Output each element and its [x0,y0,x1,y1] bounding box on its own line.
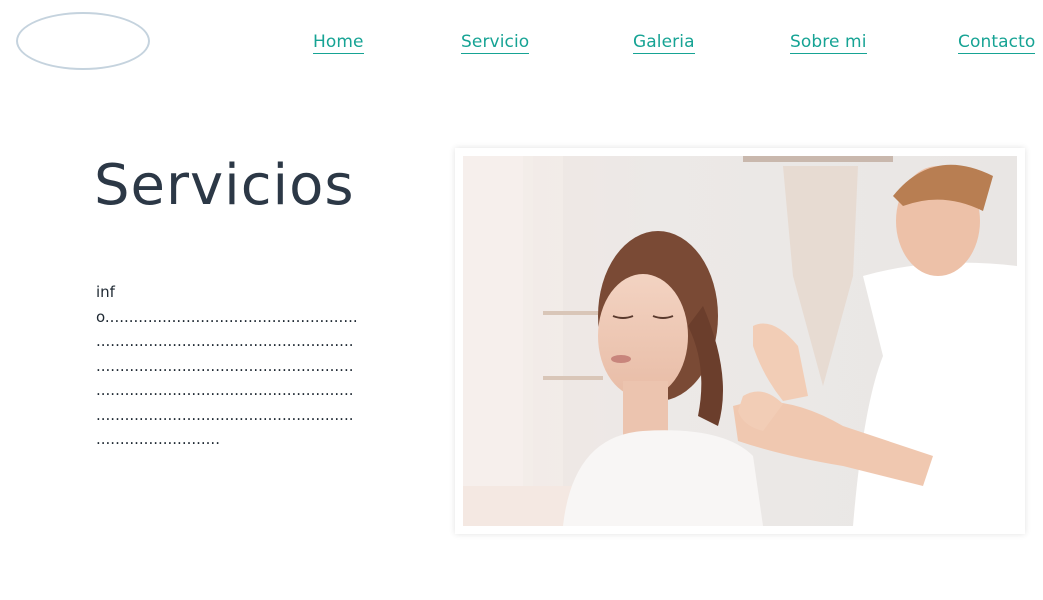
logo[interactable] [16,12,150,70]
nav-contacto-link[interactable]: Contacto [958,32,1036,54]
photo-illustration [463,156,1017,526]
nav-galeria-link[interactable]: Galeria [633,32,695,54]
info-text: info....................................… [96,283,358,448]
nav-sobre-mi-link[interactable]: Sobre mi [790,32,867,54]
nav-servicio-link[interactable]: Servicio [461,32,530,54]
page: Home Servicio Galeria Sobre mi Contacto … [0,0,1043,600]
therapy-session-photo [463,156,1017,526]
nav-home-link[interactable]: Home [313,32,364,54]
photo-frame [455,148,1025,534]
page-title: Servicios [94,153,355,218]
